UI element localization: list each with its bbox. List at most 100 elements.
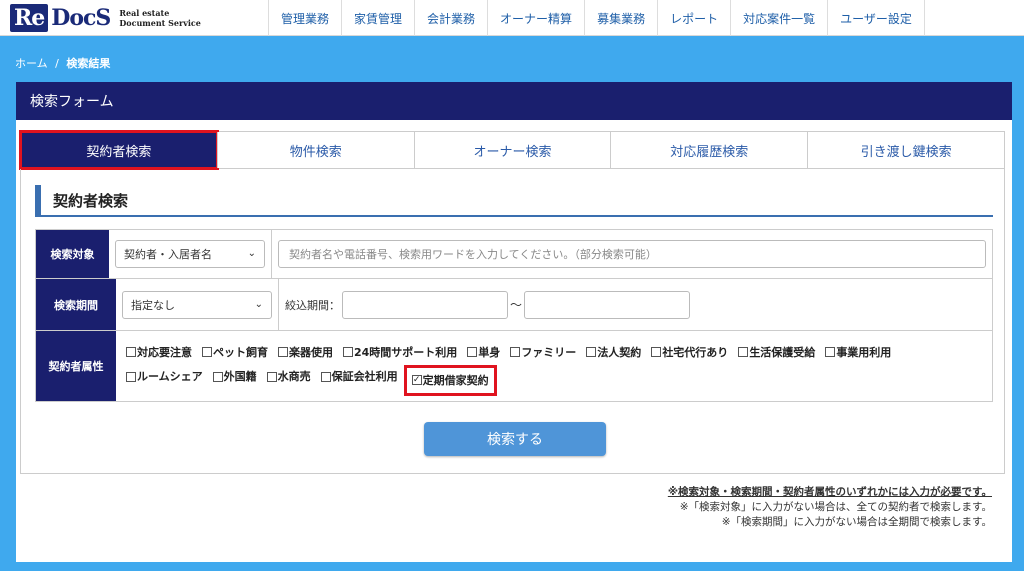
nav-recruitment[interactable]: 募集業務 [584, 0, 657, 36]
attribute-label: ペット飼育 [213, 345, 268, 359]
attribute-label: 法人契約 [597, 345, 642, 359]
logo-mark-re: Re [10, 4, 49, 32]
attribute-label: 定期借家契約 [422, 373, 489, 387]
tab-history[interactable]: 対応履歴検索 [610, 132, 808, 168]
nav-user-settings[interactable]: ユーザー設定 [827, 0, 925, 36]
nav-owner-settlement[interactable]: オーナー精算 [487, 0, 584, 36]
period-narrow-label: 絞込期間： [285, 298, 340, 312]
breadcrumb: ホーム / 検索結果 [15, 55, 110, 71]
attribute-label: 水商売 [277, 370, 311, 383]
checkbox-icon[interactable] [126, 371, 136, 382]
top-bar: Re DocS Real estate Document Service 管理業務… [0, 0, 1024, 36]
row-target: 検索対象 契約者・入居者名 ⌄ 契約者名や電話番号、検索用ワードを入力してくださ… [36, 230, 992, 279]
attr-label: 契約者属性 [36, 331, 116, 401]
tab-property[interactable]: 物件検索 [216, 132, 414, 168]
nav-cases[interactable]: 対応案件一覧 [730, 0, 827, 36]
attribute-checkbox[interactable]: 24時間サポート利用 [343, 341, 457, 364]
row-period: 検索期間 指定なし ⌄ 絞込期間： ～ [36, 279, 992, 331]
checkbox-icon[interactable] [202, 347, 212, 357]
attribute-checkbox[interactable]: 対応要注意 [126, 341, 192, 364]
target-select-value: 契約者・入居者名 [124, 248, 212, 261]
attribute-checkbox[interactable]: 保証会社利用 [320, 365, 398, 388]
search-button[interactable]: 検索する [424, 422, 606, 456]
attribute-label: ファミリー [521, 345, 577, 359]
target-select[interactable]: 契約者・入居者名 ⌄ [115, 240, 265, 268]
period-start-input[interactable] [342, 290, 508, 319]
attribute-checkbox[interactable]: 水商売 [266, 365, 311, 388]
attribute-label: 外国籍 [223, 370, 257, 383]
note-required: ※検索対象・検索期間・契約者属性のいずれかには入力が必要です。 [667, 486, 992, 498]
attribute-label: 保証会社利用 [331, 370, 398, 383]
attribute-label: 生活保護受給 [749, 345, 816, 359]
chevron-down-icon: ⌄ [247, 248, 256, 259]
attribute-label: 単身 [478, 345, 501, 359]
tab-content: 契約者検索 検索対象 契約者・入居者名 ⌄ 契約者名や電話番号、検索用ワードを入… [20, 169, 1005, 474]
logo-mark-docs: DocS [51, 5, 111, 31]
checkbox-icon[interactable] [467, 347, 478, 357]
attribute-checkbox[interactable]: 生活保護受給 [738, 341, 815, 364]
period-tilde: ～ [510, 298, 523, 312]
section-title: 契約者検索 [35, 185, 993, 217]
note-period: ※「検索期間」に入力がない場合は全期間で検索します。 [721, 516, 992, 528]
logo[interactable]: Re DocS Real estate Document Service [10, 3, 201, 33]
tab-owner[interactable]: オーナー検索 [413, 132, 611, 168]
tab-key[interactable]: 引き渡し鍵検索 [807, 132, 1004, 168]
notes: ※検索対象・検索期間・契約者属性のいずれかには入力が必要です。 ※「検索対象」に… [668, 485, 992, 530]
chevron-down-icon: ⌄ [254, 298, 263, 310]
checkbox-icon[interactable] [266, 371, 277, 382]
checkbox-icon[interactable] [126, 347, 136, 357]
attribute-checkbox[interactable]: 楽器使用 [278, 341, 333, 364]
panel-title: 検索フォーム [16, 82, 1012, 120]
attribute-checkbox[interactable]: ルームシェア [126, 365, 203, 388]
keyword-input[interactable]: 契約者名や電話番号、検索用ワードを入力してください。（部分検索可能） [278, 240, 986, 268]
search-panel: 検索フォーム 契約者検索 物件検索 オーナー検索 対応履歴検索 引き渡し鍵検索 … [16, 82, 1012, 562]
period-select-value: 指定なし [131, 298, 175, 312]
checkbox-icon[interactable] [320, 371, 331, 382]
nav-accounting[interactable]: 会計業務 [414, 0, 487, 36]
breadcrumb-sep: / [55, 57, 59, 70]
nav-report[interactable]: レポート [657, 0, 730, 36]
breadcrumb-current: 検索結果 [66, 57, 111, 70]
checkbox-checked-icon[interactable]: ✓ [411, 375, 422, 385]
keyword-placeholder: 契約者名や電話番号、検索用ワードを入力してください。（部分検索可能） [289, 248, 657, 261]
logo-line-1: Real estate [119, 8, 170, 18]
target-label: 検索対象 [36, 230, 109, 278]
checkbox-icon[interactable] [278, 347, 288, 357]
main-nav: 管理業務 家賃管理 会計業務 オーナー精算 募集業務 レポート 対応案件一覧 ユ… [268, 0, 925, 36]
search-form: 検索対象 契約者・入居者名 ⌄ 契約者名や電話番号、検索用ワードを入力してくださ… [35, 229, 993, 402]
search-tabs: 契約者検索 物件検索 オーナー検索 対応履歴検索 引き渡し鍵検索 [19, 130, 1005, 170]
attribute-label: 事業用利用 [836, 345, 892, 359]
attribute-checkbox[interactable]: 法人契約 [586, 341, 641, 364]
tab-contractor[interactable]: 契約者検索 [19, 130, 219, 170]
attribute-checkbox[interactable]: 事業用利用 [825, 341, 891, 364]
period-label: 検索期間 [36, 279, 116, 330]
attribute-label: ルームシェア [137, 370, 203, 383]
attribute-checkbox[interactable]: 外国籍 [212, 365, 257, 388]
note-target: ※「検索対象」に入力がない場合は、全ての契約者で検索します。 [679, 501, 992, 513]
attribute-checkbox[interactable]: ✓ 定期借家契約 [403, 364, 497, 396]
checkbox-icon[interactable] [825, 347, 836, 357]
checkbox-icon[interactable] [586, 347, 597, 357]
period-end-input[interactable] [524, 290, 691, 319]
logo-line-2: Document Service [119, 18, 201, 28]
attribute-label: 24時間サポート利用 [354, 345, 458, 359]
checkbox-icon[interactable] [738, 347, 749, 357]
checkbox-icon[interactable] [212, 371, 223, 382]
checkbox-icon[interactable] [651, 347, 662, 357]
attribute-label: 社宅代行あり [662, 345, 729, 359]
period-select[interactable]: 指定なし ⌄ [122, 290, 272, 319]
attribute-checkbox[interactable]: ファミリー [510, 341, 576, 364]
attribute-checkbox[interactable]: 社宅代行あり [651, 341, 728, 364]
attribute-label: 対応要注意 [137, 345, 192, 359]
nav-management[interactable]: 管理業務 [268, 0, 341, 36]
checkbox-icon[interactable] [343, 347, 353, 357]
attribute-checkbox[interactable]: ペット飼育 [202, 341, 268, 364]
checkbox-icon[interactable] [510, 347, 521, 357]
logo-subtitle: Real estate Document Service [119, 8, 201, 28]
breadcrumb-home[interactable]: ホーム [15, 57, 48, 70]
attribute-label: 楽器使用 [289, 345, 333, 359]
attribute-checkboxes: 対応要注意 ペット飼育 楽器使用 24時間サポート利用 単身 ファミリー 法人契約 社宅代行あ… [122, 333, 905, 400]
row-attributes: 契約者属性 対応要注意 ペット飼育 楽器使用 24時間サポート利用 単身 ファミリー 法人契… [36, 331, 992, 401]
nav-rent[interactable]: 家賃管理 [341, 0, 414, 36]
attribute-checkbox[interactable]: 単身 [467, 341, 500, 364]
